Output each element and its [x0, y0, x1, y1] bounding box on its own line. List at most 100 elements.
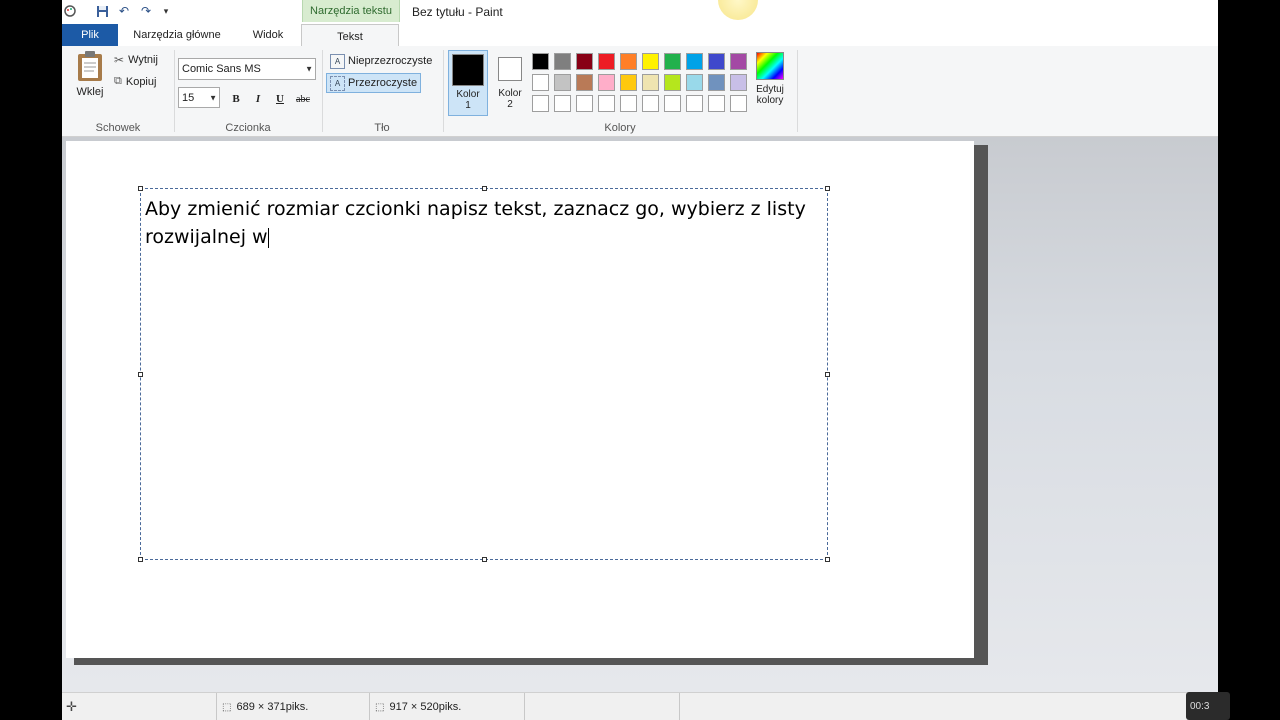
palette-swatch[interactable] — [598, 95, 615, 112]
opaque-button[interactable]: A Nieprzezroczyste — [328, 52, 434, 70]
resize-handle-right[interactable] — [825, 372, 830, 377]
palette-swatch[interactable] — [620, 95, 637, 112]
palette-swatch[interactable] — [620, 74, 637, 91]
status-divider — [679, 693, 680, 720]
cut-button[interactable]: ✂ Wytnij — [114, 53, 158, 67]
color-spectrum-icon — [756, 52, 784, 80]
palette-swatch[interactable] — [708, 74, 725, 91]
palette-swatch[interactable] — [730, 95, 747, 112]
palette-swatch[interactable] — [576, 74, 593, 91]
redo-icon[interactable]: ↷ — [138, 3, 154, 19]
palette-swatch[interactable] — [708, 95, 725, 112]
palette-swatch[interactable] — [554, 95, 571, 112]
font-family-select[interactable]: Comic Sans MS ▼ — [178, 58, 316, 80]
group-divider — [322, 50, 323, 132]
palette-swatch[interactable] — [664, 95, 681, 112]
text-caret — [267, 227, 269, 248]
status-bar: ✛ ⬚ 689 × 371piks. ⬚ 917 × 520piks. — [62, 692, 1218, 720]
font-size-select[interactable]: 15 ▼ — [178, 87, 220, 108]
palette-swatch[interactable] — [554, 74, 571, 91]
transparent-icon: A — [330, 75, 345, 91]
palette-swatch[interactable] — [686, 53, 703, 70]
tab-view[interactable]: Widok — [237, 24, 299, 46]
video-time-badge: 00:3 — [1186, 692, 1230, 720]
palette-swatch[interactable] — [664, 53, 681, 70]
save-icon[interactable] — [94, 3, 110, 19]
strikethrough-button[interactable]: abc — [293, 90, 313, 108]
window-title: Bez tytułu - Paint — [412, 5, 503, 19]
tab-text[interactable]: Tekst — [301, 24, 399, 48]
resize-handle-top-right[interactable] — [825, 186, 830, 191]
text-box-content[interactable]: Aby zmienić rozmiar czcionki napisz teks… — [145, 195, 815, 251]
paint-window: ↶ ↷ ▾ Narzędzia tekstu Bez tytułu - Pain… — [62, 0, 1218, 720]
colors-group-label: Kolory — [604, 122, 636, 134]
palette-swatch[interactable] — [598, 53, 615, 70]
tab-home[interactable]: Narzędzia główne — [122, 24, 232, 46]
edit-colors-label: Edytuj — [756, 84, 784, 95]
opaque-label: Nieprzezroczyste — [348, 55, 433, 67]
underline-button[interactable]: U — [270, 90, 290, 108]
color2-label: Kolor — [498, 88, 522, 99]
font-group-label: Czcionka — [225, 122, 271, 134]
copy-label: Kopiuj — [125, 75, 157, 88]
palette-swatch[interactable] — [664, 74, 681, 91]
scissors-icon: ✂ — [114, 53, 125, 67]
italic-button[interactable]: I — [248, 90, 268, 108]
font-size-value: 15 — [182, 91, 195, 104]
transparent-button[interactable]: A Przezroczyste — [326, 73, 422, 93]
status-divider — [369, 693, 370, 720]
palette-swatch[interactable] — [554, 53, 571, 70]
canvas-workspace: Aby zmienić rozmiar czcionki napisz teks… — [62, 137, 1218, 692]
resize-handle-top-left[interactable] — [138, 186, 143, 191]
status-divider — [524, 693, 525, 720]
copy-icon: ⧉ — [114, 75, 122, 87]
bold-button[interactable]: B — [226, 90, 246, 108]
palette-swatch[interactable] — [708, 53, 725, 70]
palette-swatch[interactable] — [532, 53, 549, 70]
paste-button[interactable]: Wklej — [70, 50, 110, 106]
group-divider — [174, 50, 175, 132]
drawing-canvas[interactable]: Aby zmienić rozmiar czcionki napisz teks… — [66, 141, 974, 658]
typed-text: Aby zmienić rozmiar czcionki napisz teks… — [145, 198, 806, 248]
customize-toolbar-icon[interactable]: ▾ — [158, 3, 174, 19]
selection-size-icon: ⬚ — [222, 701, 232, 713]
resize-handle-bottom-right[interactable] — [825, 557, 830, 562]
palette-swatch[interactable] — [730, 53, 747, 70]
quick-access-toolbar: ↶ ↷ ▾ Narzędzia tekstu Bez tytułu - Pain… — [62, 0, 1218, 24]
font-family-value: Comic Sans MS — [182, 63, 261, 75]
resize-handle-bottom-left[interactable] — [138, 557, 143, 562]
chevron-down-icon: ▼ — [209, 93, 217, 102]
paste-label: Wklej — [76, 86, 104, 98]
palette-swatch[interactable] — [642, 95, 659, 112]
palette-swatch[interactable] — [620, 53, 637, 70]
palette-swatch[interactable] — [642, 53, 659, 70]
palette-swatch[interactable] — [576, 53, 593, 70]
status-divider — [216, 693, 217, 720]
decorative-glow — [718, 0, 758, 20]
ribbon: Wklej ✂ Wytnij ⧉ Kopiuj Schowek Comic Sa… — [62, 46, 1218, 137]
resize-handle-left[interactable] — [138, 372, 143, 377]
selection-size-cell: ⬚ 689 × 371piks. — [222, 693, 308, 720]
group-divider — [443, 50, 444, 132]
undo-icon[interactable]: ↶ — [116, 3, 132, 19]
palette-swatch[interactable] — [532, 95, 549, 112]
resize-handle-top[interactable] — [482, 186, 487, 191]
group-divider — [797, 50, 798, 132]
palette-swatch[interactable] — [686, 95, 703, 112]
color1-button[interactable]: Kolor 1 — [448, 50, 488, 116]
palette-swatch[interactable] — [576, 95, 593, 112]
palette-swatch[interactable] — [532, 74, 549, 91]
palette-swatch[interactable] — [642, 74, 659, 91]
clipboard-group-label: Schowek — [95, 122, 141, 134]
edit-colors-button[interactable]: Edytuj kolory — [750, 52, 790, 116]
color2-button[interactable]: Kolor 2 — [492, 50, 528, 116]
contextual-tab-header: Narzędzia tekstu — [302, 0, 400, 22]
copy-button[interactable]: ⧉ Kopiuj — [114, 75, 156, 88]
palette-swatch[interactable] — [730, 74, 747, 91]
palette-swatch[interactable] — [598, 74, 615, 91]
text-box-selection[interactable]: Aby zmienić rozmiar czcionki napisz teks… — [138, 186, 830, 562]
paint-app-icon[interactable] — [62, 3, 78, 19]
palette-swatch[interactable] — [686, 74, 703, 91]
tab-file[interactable]: Plik — [62, 24, 118, 46]
resize-handle-bottom[interactable] — [482, 557, 487, 562]
